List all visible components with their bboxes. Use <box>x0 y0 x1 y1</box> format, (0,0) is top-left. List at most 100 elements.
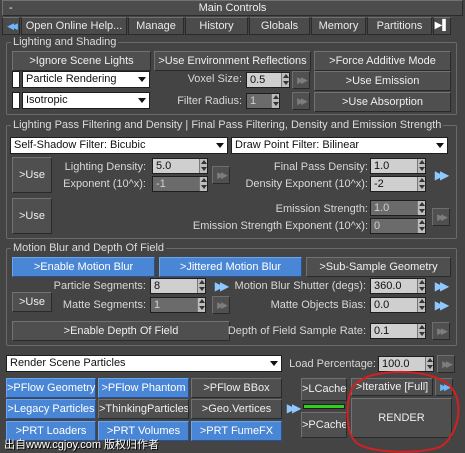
use-env-reflections-button[interactable]: >Use Environment Reflections <box>154 51 311 71</box>
legacy-particles-button[interactable]: >Legacy Particles <box>6 399 96 419</box>
emission-strength-spinner[interactable]: 1.0 <box>370 200 426 216</box>
filter-radius-label: Filter Radius: <box>177 95 242 107</box>
spinner-arrows-icon[interactable] <box>417 279 425 293</box>
use-emission-button[interactable]: >Use Emission <box>314 71 451 91</box>
pflow-bbox-button[interactable]: >PFlow BBox <box>191 378 282 398</box>
voxel-size-label: Voxel Size: <box>187 73 242 85</box>
particle-segments-value: 8 <box>154 280 161 292</box>
phase-function-indicator[interactable] <box>12 92 20 109</box>
watermark-text: 出自www.cgjoy.com 版权归作者 <box>4 439 160 451</box>
particle-segments-label: Particle Segments: <box>53 280 146 292</box>
draw-point-filter-select[interactable]: Draw Point Filter: Bilinear <box>231 137 448 154</box>
self-shadow-filter-value: Self-Shadow Filter: Bicubic <box>14 139 146 151</box>
spinner-arrows-icon[interactable] <box>417 201 425 215</box>
matte-bias-forward-icon[interactable]: ▶▶ <box>432 296 449 314</box>
geo-vertices-button[interactable]: >Geo.Vertices <box>191 399 282 419</box>
use-absorption-button[interactable]: >Use Absorption <box>314 92 451 112</box>
filter-radius-forward-icon[interactable]: ▶▶ <box>292 92 310 110</box>
thinking-particles-button[interactable]: >ThinkingParticles <box>98 399 189 419</box>
lighting-density-spinner[interactable]: 5.0 <box>152 158 208 174</box>
render-source-value: Render Scene Particles <box>10 357 126 369</box>
spinner-arrows-icon[interactable] <box>197 298 205 312</box>
spinner-arrows-icon[interactable] <box>417 159 425 173</box>
enable-dof-button[interactable]: >Enable Depth Of Field <box>12 321 230 341</box>
emission-strength-exp-spinner[interactable]: 0 <box>370 218 426 234</box>
shutter-spinner[interactable]: 360.0 <box>370 278 426 294</box>
filter-radius-value: 1 <box>250 95 257 107</box>
tab-scroll-left[interactable]: ◀◀ <box>2 17 20 35</box>
spinner-arrows-icon[interactable] <box>417 177 425 191</box>
rendering-mode-indicator[interactable] <box>12 71 20 88</box>
prt-fumefx-button[interactable]: >PRT FumeFX <box>191 421 282 441</box>
exponent-label: Exponent (10^x): <box>63 178 146 190</box>
spinner-arrows-icon[interactable] <box>417 219 425 233</box>
chevron-down-icon <box>138 98 146 103</box>
filter-radius-spinner[interactable]: 1 <box>246 93 280 109</box>
emission-strength-exp-label: Emission Strength Exponent (10^x): <box>192 220 368 232</box>
emission-strength-label: Emission Strength: <box>275 203 368 215</box>
particle-segments-spinner[interactable]: 8 <box>150 278 206 294</box>
force-additive-mode-button[interactable]: >Force Additive Mode <box>314 51 451 71</box>
chevron-down-icon <box>216 143 224 148</box>
pass-filtering-title: Lighting Pass Filtering and Density | Fi… <box>11 118 444 132</box>
sub-sample-geometry-button[interactable]: >Sub-Sample Geometry <box>306 257 451 277</box>
phase-function-select[interactable]: Isotropic <box>22 92 150 109</box>
draw-point-filter-value: Draw Point Filter: Bilinear <box>235 139 360 151</box>
matte-bias-value: 0.0 <box>374 299 390 311</box>
tab-online-help[interactable]: Open Online Help... <box>21 17 127 35</box>
spinner-arrows-icon[interactable] <box>417 298 425 312</box>
tab-globals[interactable]: Globals <box>249 17 310 35</box>
pflow-geometry-button[interactable]: >PFlow Geometry <box>6 378 96 398</box>
dof-rate-forward-icon[interactable]: ▶▶ <box>432 322 450 340</box>
spinner-arrows-icon[interactable] <box>271 94 279 108</box>
tab-memory[interactable]: Memory <box>311 17 366 35</box>
tab-manage[interactable]: Manage <box>128 17 184 35</box>
matte-segments-spinner[interactable]: 1 <box>150 297 206 313</box>
lighting-density-value: 5.0 <box>156 160 172 172</box>
voxel-size-spinner[interactable]: 0.5 <box>246 72 290 88</box>
emission-strength-forward-icon[interactable]: ▶▶ <box>432 208 450 226</box>
tab-history[interactable]: History <box>185 17 248 35</box>
density-exponent-spinner[interactable]: -2 <box>370 176 426 192</box>
jittered-motion-blur-button[interactable]: >Jittered Motion Blur <box>159 257 302 277</box>
spinner-arrows-icon[interactable] <box>197 279 205 293</box>
enable-motion-blur-button[interactable]: >Enable Motion Blur <box>12 257 155 277</box>
shutter-label: Motion Blur Shutter (degs): <box>234 280 366 292</box>
collapse-minus: - <box>9 2 13 14</box>
spinner-arrows-icon[interactable] <box>199 177 207 191</box>
main-controls-header[interactable]: - Main Controls <box>2 0 463 16</box>
use-lighting-density-button[interactable]: >Use <box>12 157 52 193</box>
tab-scroll-right[interactable]: ▶▌ <box>433 17 451 35</box>
rendering-mode-select[interactable]: Particle Rendering <box>22 71 150 88</box>
pflow-phantom-button[interactable]: >PFlow Phantom <box>98 378 189 398</box>
use-matte-segments-button[interactable]: >Use <box>12 292 52 312</box>
shutter-forward-icon[interactable]: ▶▶ <box>432 277 449 295</box>
density-exponent-label: Density Exponent (10^x): <box>245 178 368 190</box>
voxel-size-forward-icon[interactable]: ▶▶ <box>292 71 310 89</box>
density-exponent-value: -2 <box>374 178 384 190</box>
render-source-select[interactable]: Render Scene Particles <box>6 355 282 372</box>
emission-strength-value: 1.0 <box>374 202 390 214</box>
self-shadow-filter-select[interactable]: Self-Shadow Filter: Bicubic <box>10 137 228 154</box>
particle-segments-forward-icon[interactable]: ▶▶ <box>212 277 229 295</box>
matte-segments-value: 1 <box>154 299 161 311</box>
lighting-density-label: Lighting Density: <box>64 161 146 173</box>
tab-partitions[interactable]: Partitions <box>367 17 432 35</box>
dof-rate-spinner[interactable]: 0.1 <box>370 323 426 339</box>
spinner-arrows-icon[interactable] <box>281 73 289 87</box>
final-pass-density-forward-icon[interactable]: ▶▶ <box>432 166 449 184</box>
final-pass-density-spinner[interactable]: 1.0 <box>370 158 426 174</box>
shutter-value: 360.0 <box>374 280 402 292</box>
annotation-circle <box>346 370 460 453</box>
cache-forward-icon[interactable]: ▶▶ <box>284 399 301 417</box>
matte-bias-spinner[interactable]: 0.0 <box>370 297 426 313</box>
spinner-arrows-icon[interactable] <box>199 159 207 173</box>
dof-rate-value: 0.1 <box>374 325 390 337</box>
spinner-arrows-icon[interactable] <box>417 324 425 338</box>
phase-function-value: Isotropic <box>26 94 68 106</box>
ignore-scene-lights-button[interactable]: >Ignore Scene Lights <box>12 51 151 71</box>
voxel-size-value: 0.5 <box>250 74 266 86</box>
matte-segments-forward-icon[interactable]: ▶▶ <box>212 296 230 314</box>
use-emission-strength-button[interactable]: >Use <box>12 198 52 234</box>
exponent-spinner[interactable]: -1 <box>152 176 208 192</box>
